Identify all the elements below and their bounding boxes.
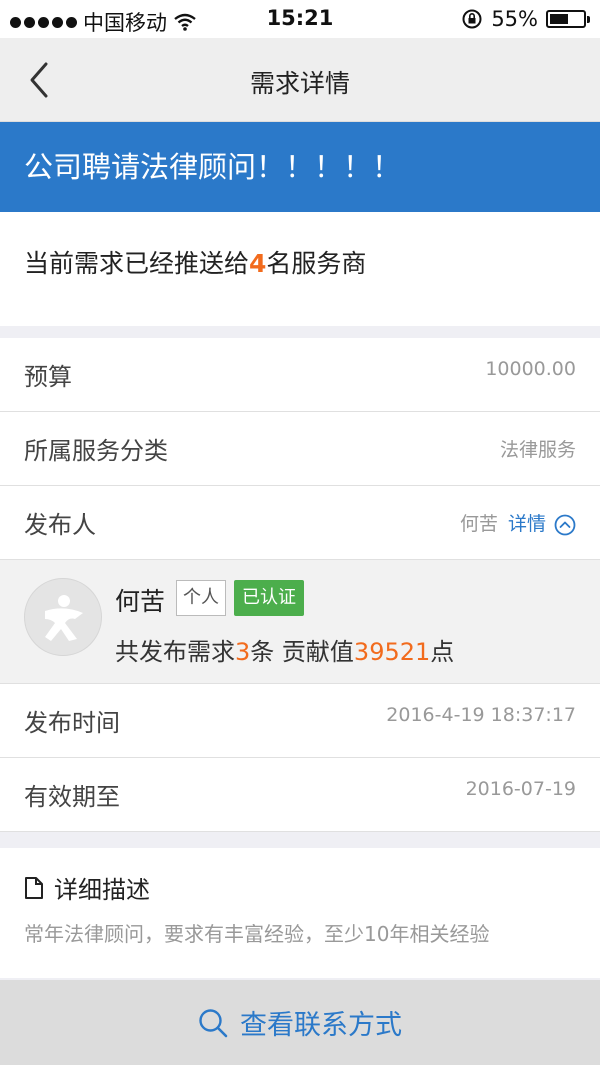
nav-bar: 需求详情: [0, 38, 600, 122]
battery-icon: [546, 10, 590, 28]
description-card: 详细描述 常年法律顾问，要求有丰富经验，至少10年相关经验: [0, 848, 600, 978]
requests-count: 3: [235, 638, 251, 666]
status-right: 55%: [461, 7, 590, 31]
publisher-name: 何苦: [115, 587, 166, 616]
publish-time-value: 2016-4-19 18:37:17: [386, 704, 576, 726]
pushed-prefix: 当前需求已经推送给: [24, 249, 250, 278]
contribution-value: 39521: [353, 638, 431, 666]
page-title: 需求详情: [249, 69, 350, 98]
default-avatar-icon: [45, 595, 83, 641]
pushed-info: 当前需求已经推送给4名服务商: [0, 212, 600, 326]
publisher-value-group: 何苦 详情: [460, 509, 576, 536]
budget-label: 预算: [24, 363, 72, 391]
publish-time-label: 发布时间: [24, 709, 120, 737]
pushed-count: 4: [249, 249, 267, 278]
publisher-stats: 共发布需求3条 贡献值39521点: [115, 632, 454, 667]
pushed-suffix: 名服务商: [266, 249, 367, 278]
search-icon: [199, 1008, 228, 1037]
publisher-panel: 何苦 个人 已认证 共发布需求3条 贡献值39521点: [0, 560, 600, 684]
publisher-row[interactable]: 发布人 何苦 详情: [0, 486, 600, 560]
request-title: 公司聘请法律顾问！！！！！: [0, 122, 600, 212]
budget-row: 预算 10000.00: [0, 338, 600, 412]
valid-until-value: 2016-07-19: [465, 778, 576, 800]
view-contact-button[interactable]: 查看联系方式: [0, 980, 600, 1065]
valid-until-label: 有效期至: [24, 783, 120, 811]
chevron-up-circle-icon[interactable]: [554, 514, 576, 536]
stats-suffix: 点: [430, 638, 455, 666]
category-label: 所属服务分类: [24, 437, 168, 465]
document-icon: [25, 876, 43, 899]
battery-fill: [550, 14, 568, 24]
budget-value: 10000.00: [485, 358, 576, 380]
valid-until-row: 有效期至 2016-07-19: [0, 758, 600, 832]
publisher-label: 发布人: [24, 511, 96, 539]
verified-badge: 已认证: [234, 580, 304, 616]
category-value: 法律服务: [499, 439, 576, 461]
battery-percent: 55%: [491, 7, 538, 31]
view-contact-label: 查看联系方式: [240, 1010, 402, 1041]
type-badge: 个人: [176, 580, 226, 616]
details-card: 预算 10000.00 所属服务分类 法律服务 发布人 何苦 详情 何苦 个人 已…: [0, 338, 600, 832]
avatar: [24, 578, 102, 656]
status-bar: 中国移动 15:21 55%: [0, 0, 600, 38]
publish-time-row: 发布时间 2016-4-19 18:37:17: [0, 684, 600, 758]
stats-mid: 条 贡献值: [250, 638, 354, 666]
publisher-detail-link[interactable]: 详情: [508, 513, 546, 535]
category-row: 所属服务分类 法律服务: [0, 412, 600, 486]
stats-prefix: 共发布需求: [115, 638, 235, 666]
description-title: 详细描述: [54, 876, 150, 904]
description-text: 常年法律顾问，要求有丰富经验，至少10年相关经验: [24, 922, 490, 946]
orientation-lock-icon: [462, 9, 482, 29]
description-header: 详细描述: [24, 870, 150, 905]
publisher-value: 何苦: [459, 513, 498, 535]
